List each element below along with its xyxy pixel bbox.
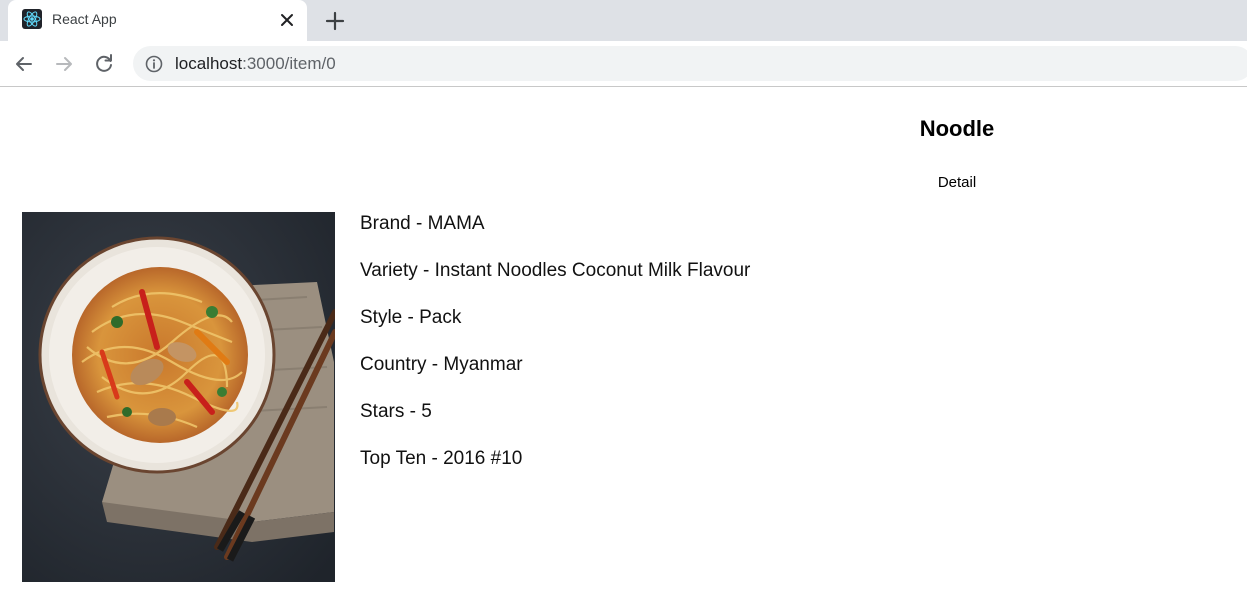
url-text[interactable]: localhost:3000/item/0 — [175, 54, 336, 74]
detail-country: Country - Myanmar — [360, 354, 523, 375]
back-arrow-icon[interactable] — [11, 51, 37, 77]
plus-icon[interactable] — [322, 8, 348, 34]
forward-arrow-icon[interactable] — [51, 51, 77, 77]
page-subtitle: Detail — [937, 174, 977, 191]
detail-style: Style - Pack — [360, 307, 462, 328]
detail-stars: Stars - 5 — [360, 401, 432, 422]
detail-brand: Brand - MAMA — [360, 213, 485, 234]
detail-top-ten: Top Ten - 2016 #10 — [360, 448, 523, 469]
info-icon[interactable] — [145, 55, 163, 73]
tab-strip: React App — [0, 0, 1247, 41]
url-path: :3000/item/0 — [242, 54, 336, 73]
url-host: localhost — [175, 54, 243, 73]
detail-variety: Variety - Instant Noodles Coconut Milk F… — [360, 260, 751, 281]
reload-icon[interactable] — [91, 51, 117, 77]
detail-list: Brand - MAMA Variety - Instant Noodles C… — [360, 214, 750, 496]
address-bar[interactable]: localhost:3000/item/0 — [133, 46, 1247, 81]
noodle-photo — [22, 212, 335, 582]
tab-title: React App — [52, 11, 117, 27]
page-title: Noodle — [919, 116, 995, 141]
close-icon[interactable] — [276, 9, 298, 31]
browser-tab[interactable]: React App — [8, 0, 307, 41]
react-logo-icon — [22, 9, 42, 29]
browser-toolbar: localhost:3000/item/0 — [0, 41, 1247, 87]
